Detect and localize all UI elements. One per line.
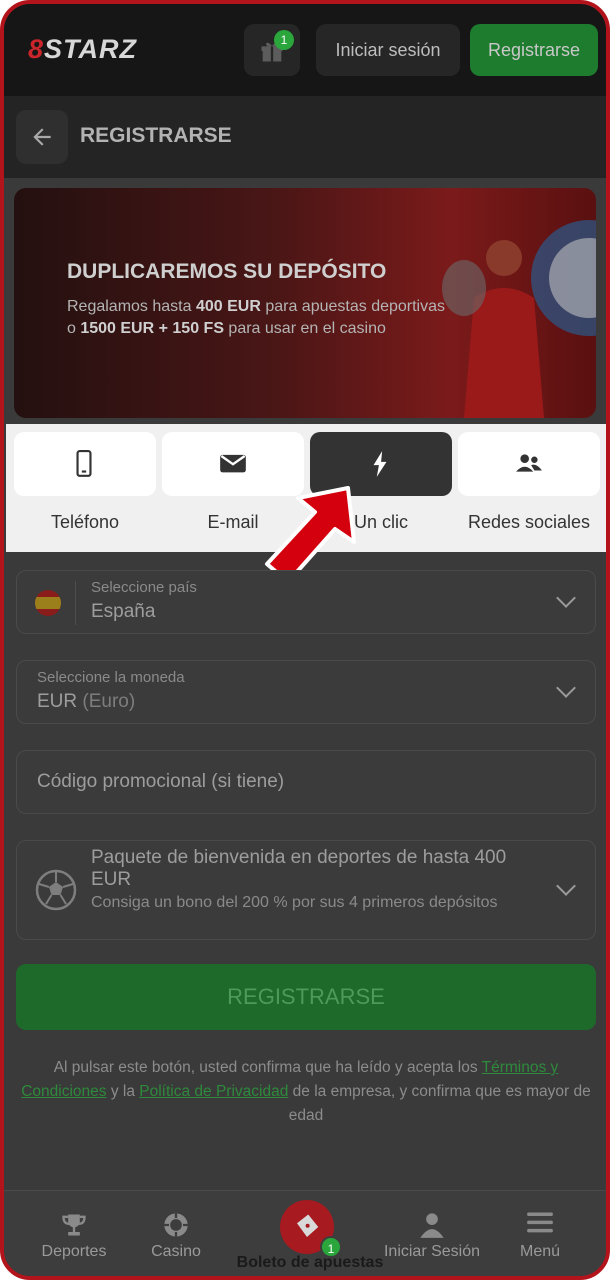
nav-casino[interactable]: Casino (136, 1191, 216, 1276)
gift-badge: 1 (274, 30, 294, 50)
betslip-label[interactable]: Boleto de apuestas (226, 1254, 394, 1272)
bonus-select[interactable]: Paquete de bienvenida en deportes de has… (16, 840, 596, 940)
chevron-down-icon (556, 876, 576, 896)
bonus-description: Consiga un bono del 200 % por sus 4 prim… (91, 894, 498, 911)
banner-title: DUPLICAREMOS SU DEPÓSITO (67, 260, 387, 283)
jackpot-wheel-illustration (531, 220, 596, 336)
privacy-link[interactable]: Política de Privacidad (139, 1083, 288, 1100)
register-button[interactable]: Registrarse (470, 24, 598, 76)
chevron-down-icon (556, 678, 576, 698)
nav-login-label: Iniciar Sesión (383, 1243, 481, 1260)
arrow-left-icon (33, 128, 51, 146)
casino-chip-icon (164, 1213, 188, 1237)
page-header: REGISTRARSE (4, 96, 606, 178)
soccer-ball-icon (35, 869, 77, 911)
mail-icon (220, 454, 246, 473)
brand-logo[interactable]: 8STARZ (28, 34, 137, 65)
nav-menu-label: Menú (519, 1243, 561, 1260)
phone-icon (76, 450, 92, 477)
tab-phone-label: Teléfono (50, 512, 120, 532)
bonus-title: Paquete de bienvenida en deportes de has… (91, 847, 507, 890)
banner-description: Regalamos hasta 400 EUR para apuestas de… (67, 298, 446, 337)
login-button[interactable]: Iniciar sesión (316, 24, 460, 76)
nav-login[interactable]: Iniciar Sesión (378, 1191, 486, 1276)
promo-banner[interactable]: DUPLICAREMOS SU DEPÓSITO Regalamos hasta… (14, 188, 596, 418)
country-select[interactable]: Seleccione país España (16, 570, 596, 634)
register-submit-button[interactable]: REGISTRARSE (16, 964, 596, 1030)
hamburger-menu-icon (527, 1212, 553, 1233)
currency-label: Seleccione la moneda (37, 669, 185, 686)
tab-phone[interactable] (14, 432, 156, 496)
chevron-down-icon (556, 588, 576, 608)
trophy-icon (62, 1214, 86, 1236)
country-value: España (91, 601, 156, 622)
nav-menu[interactable]: Menú (502, 1191, 578, 1276)
field-divider (75, 581, 76, 625)
users-icon (516, 454, 542, 472)
nav-sports-label: Deportes (41, 1243, 107, 1260)
promo-code-input[interactable]: Código promocional (si tiene) (16, 750, 596, 814)
nav-sports[interactable]: Deportes (26, 1191, 122, 1276)
back-button[interactable] (16, 110, 68, 164)
ticket-icon (297, 1214, 319, 1237)
gift-button[interactable] (244, 24, 300, 76)
currency-value: EUR (Euro) (37, 691, 136, 712)
page-title: REGISTRARSE (80, 124, 232, 147)
user-icon (420, 1213, 444, 1238)
country-label: Seleccione país (91, 579, 197, 596)
currency-select[interactable]: Seleccione la moneda EUR (Euro) (16, 660, 596, 724)
nav-casino-label: Casino (151, 1243, 201, 1260)
promo-code-placeholder: Código promocional (si tiene) (37, 771, 285, 792)
app-frame: 8STARZ 1 Iniciar sesión Registrarse REGI… (0, 0, 610, 1280)
spain-flag-icon (35, 590, 61, 616)
legal-notice: Al pulsar este botón, usted confirma que… (21, 1059, 591, 1124)
tab-social[interactable] (458, 432, 600, 496)
lightning-icon (373, 451, 387, 477)
top-header: 8STARZ 1 Iniciar sesión Registrarse (4, 4, 606, 96)
tab-social-label: Redes sociales (467, 512, 591, 532)
